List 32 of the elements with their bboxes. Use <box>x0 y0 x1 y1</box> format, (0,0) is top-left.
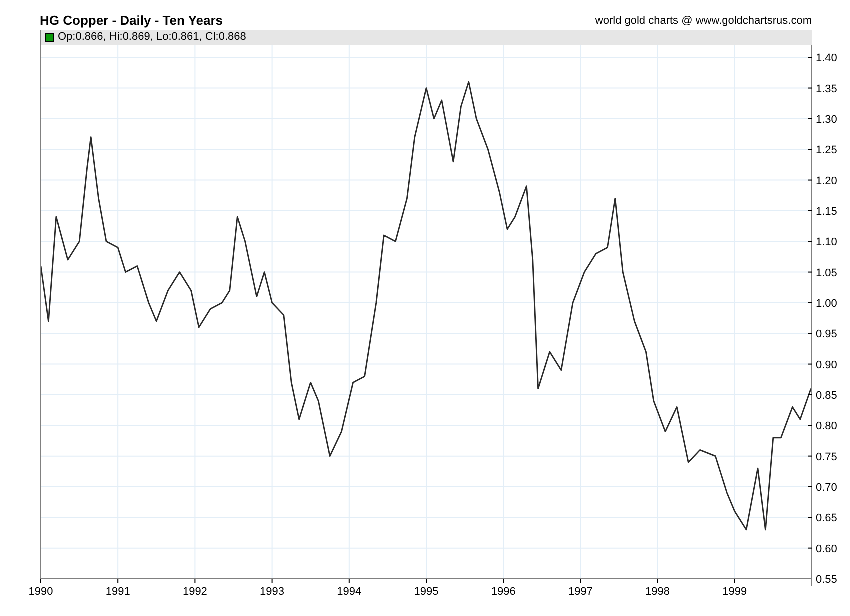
y-tick-label: 1.15 <box>816 206 838 218</box>
y-tick-label: 1.35 <box>816 83 838 96</box>
chart-title: HG Copper - Daily - Ten Years <box>40 13 224 29</box>
y-tick-label: 1.10 <box>816 236 838 249</box>
y-tick-label: 0.70 <box>816 482 838 494</box>
y-tick-label: 0.60 <box>816 543 838 556</box>
chart-credit: world gold charts @ www.goldchartsrus.com <box>595 14 812 28</box>
x-tick-label: 1994 <box>337 586 362 598</box>
y-tick-label: 1.05 <box>816 267 838 280</box>
y-tick-label: 0.55 <box>816 574 838 586</box>
x-tick-label: 1998 <box>646 586 670 598</box>
y-tick-label: 1.30 <box>816 114 838 126</box>
x-tick-label: 1997 <box>568 586 593 598</box>
legend-swatch-icon <box>45 33 54 42</box>
x-tick-label: 1990 <box>28 586 54 598</box>
x-tick-label: 1996 <box>491 586 516 598</box>
y-tick-label: 0.95 <box>816 328 838 341</box>
legend-text: Op:0.866, Hi:0.869, Lo:0.861, Cl:0.868 <box>58 31 246 44</box>
x-tick-label: 1991 <box>106 586 130 598</box>
x-tick-label: 1995 <box>414 586 439 598</box>
x-tick-label: 1992 <box>182 586 208 598</box>
y-tick-label: 0.75 <box>816 451 838 464</box>
x-tick-label: 1993 <box>260 586 285 598</box>
y-tick-label: 1.20 <box>816 175 838 188</box>
y-tick-label: 1.40 <box>816 52 838 65</box>
y-tick-label: 0.65 <box>816 512 838 525</box>
y-tick-label: 0.80 <box>816 420 838 433</box>
y-tick-label: 0.90 <box>816 359 838 372</box>
y-tick-label: 1.25 <box>816 144 838 157</box>
x-tick-label: 1999 <box>722 586 748 598</box>
y-tick-label: 0.85 <box>816 390 838 402</box>
y-tick-label: 1.00 <box>816 298 838 310</box>
